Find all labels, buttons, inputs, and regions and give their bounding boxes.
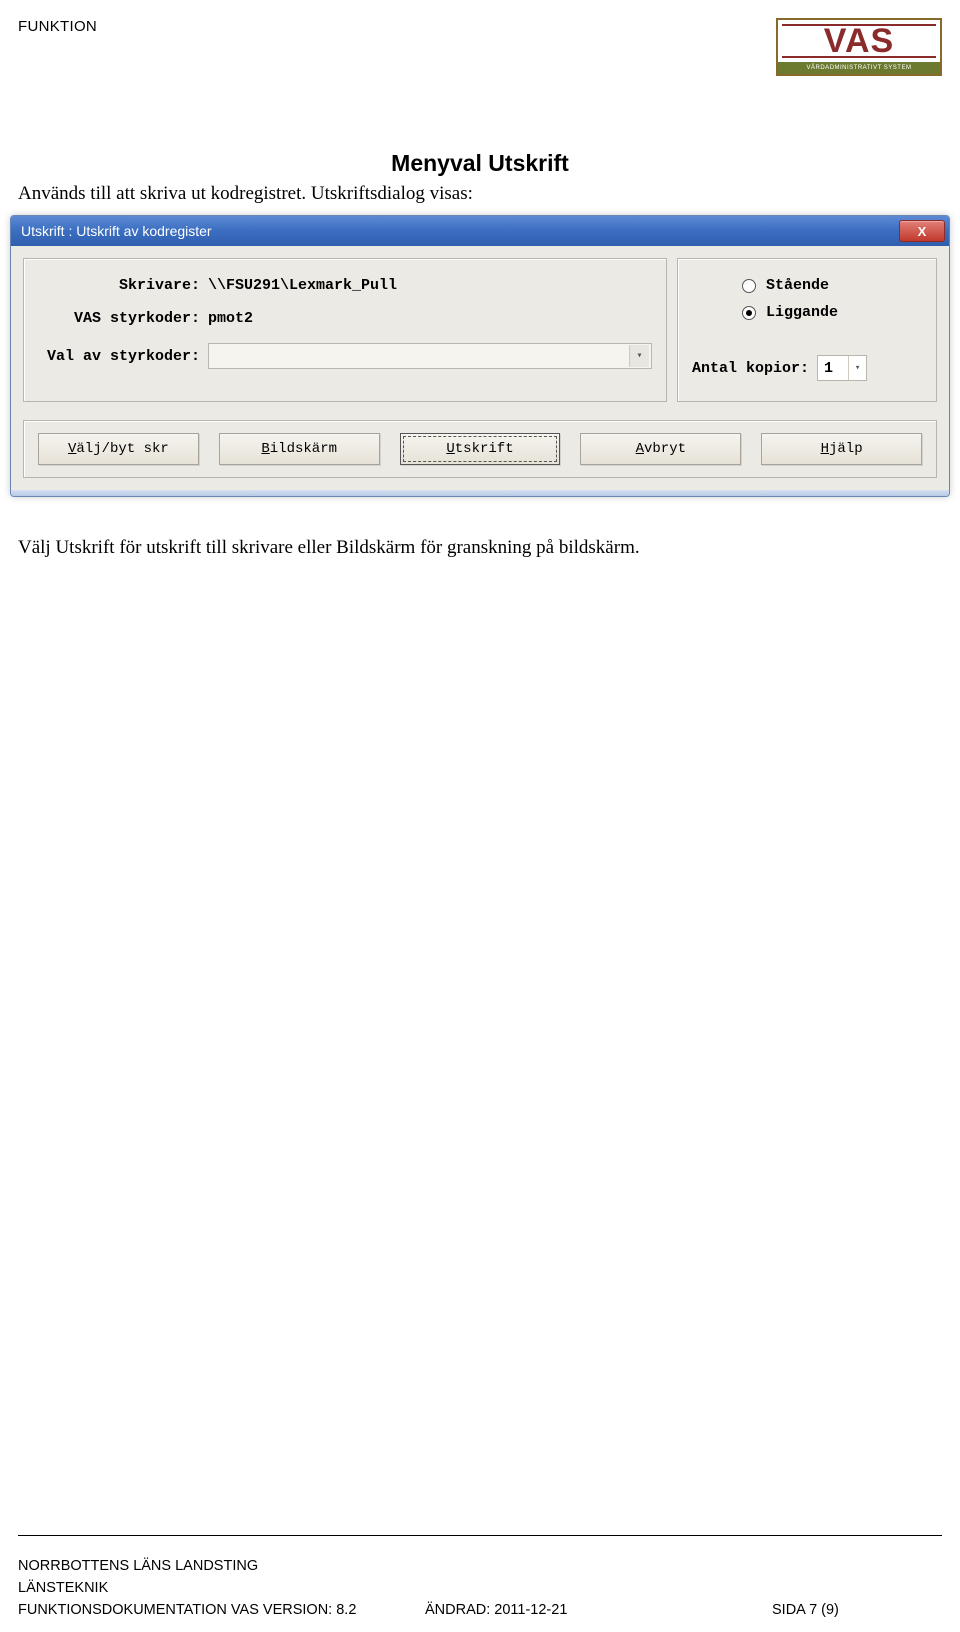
close-icon: X [918, 224, 927, 239]
footer-page: SIDA 7 (9) [772, 1602, 942, 1618]
dialog-titlebar[interactable]: Utskrift : Utskrift av kodregister X [11, 216, 949, 246]
printer-panel: Skrivare: \\FSU291\Lexmark_Pull VAS styr… [23, 258, 667, 402]
value-skrivare: \\FSU291\Lexmark_Pull [208, 277, 397, 294]
print-dialog: Utskrift : Utskrift av kodregister X Skr… [10, 215, 950, 497]
footer-divider [18, 1535, 942, 1536]
footer-changed: ÄNDRAD: 2011-12-21 [365, 1602, 772, 1618]
vas-logo: VAS VÅRDADMINISTRATIVT SYSTEM [776, 18, 942, 76]
label-liggande: Liggande [766, 304, 838, 321]
label-skrivare: Skrivare: [38, 277, 208, 294]
footer-org: NORRBOTTENS LÄNS LANDSTING [18, 1558, 942, 1574]
value-styrkoder: pmot2 [208, 310, 253, 327]
radio-liggande[interactable] [742, 306, 756, 320]
post-text: Välj Utskrift för utskrift till skrivare… [10, 537, 950, 559]
footer-dept: LÄNSTEKNIK [18, 1580, 942, 1596]
button-panel: Välj/byt skr Bildskärm Utskrift Avbryt H… [23, 420, 937, 478]
dialog-body: Skrivare: \\FSU291\Lexmark_Pull VAS styr… [11, 246, 949, 490]
label-antal-kopior: Antal kopior: [692, 360, 809, 377]
intro-text: Används till att skriva ut kodregistret.… [10, 183, 950, 205]
vas-logo-subtext: VÅRDADMINISTRATIVT SYSTEM [778, 62, 940, 74]
val-av-styrkoder-dropdown[interactable]: ▾ [208, 343, 652, 369]
radio-liggande-row[interactable]: Liggande [692, 304, 922, 321]
chevron-down-icon: ▾ [629, 345, 649, 367]
label-staende: Stående [766, 277, 829, 294]
section-title: Menyval Utskrift [10, 150, 950, 177]
valj-byt-skr-button[interactable]: Välj/byt skr [38, 433, 199, 465]
hjalp-button[interactable]: Hjälp [761, 433, 922, 465]
footer: NORRBOTTENS LÄNS LANDSTING LÄNSTEKNIK FU… [18, 1552, 942, 1618]
close-button[interactable]: X [899, 220, 945, 242]
options-panel: Stående Liggande Antal kopior: 1 ▾ [677, 258, 937, 402]
vas-logo-text: VAS [778, 20, 940, 62]
radio-staende-row[interactable]: Stående [692, 277, 922, 294]
chevron-down-icon: ▾ [848, 356, 866, 380]
funktion-label: FUNKTION [18, 18, 97, 35]
dialog-bottom-strip [11, 490, 949, 496]
antal-kopior-input[interactable]: 1 ▾ [817, 355, 867, 381]
bildskarm-button[interactable]: Bildskärm [219, 433, 380, 465]
label-val-av-styrkoder: Val av styrkoder: [38, 348, 208, 365]
content: Menyval Utskrift Används till att skriva… [10, 150, 950, 559]
page-header: FUNKTION VAS VÅRDADMINISTRATIVT SYSTEM [18, 18, 942, 76]
avbryt-button[interactable]: Avbryt [580, 433, 741, 465]
utskrift-button[interactable]: Utskrift [400, 433, 561, 465]
label-styrkoder: VAS styrkoder: [38, 310, 208, 327]
dialog-title: Utskrift : Utskrift av kodregister [21, 223, 212, 239]
footer-doc: FUNKTIONSDOKUMENTATION VAS VERSION: 8.2 [18, 1602, 365, 1618]
radio-staende[interactable] [742, 279, 756, 293]
antal-kopior-value: 1 [824, 360, 833, 377]
